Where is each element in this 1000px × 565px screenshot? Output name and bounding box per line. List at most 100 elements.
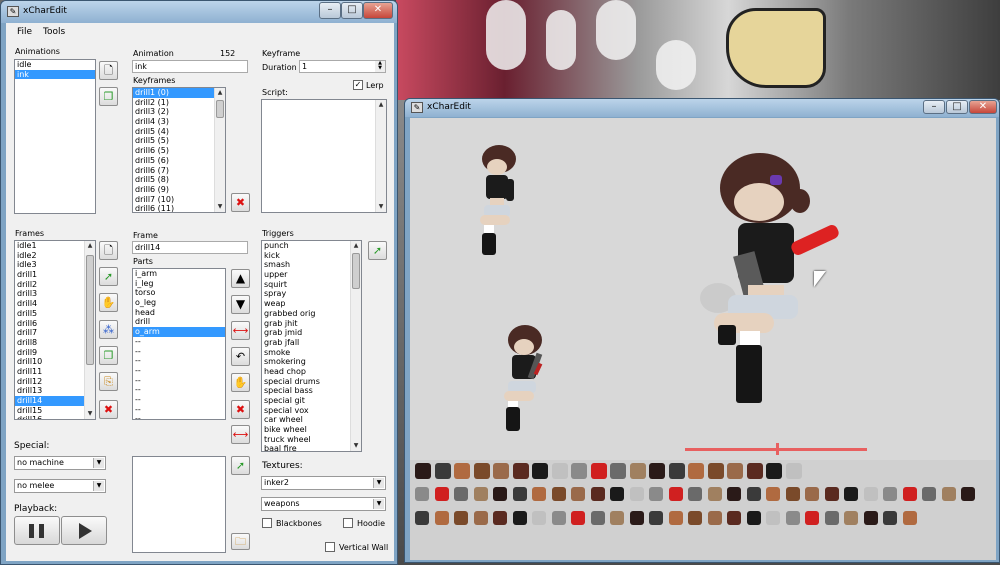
list-item[interactable]: kick	[262, 251, 361, 261]
sprite-thumbnail[interactable]	[454, 463, 470, 479]
sprite-thumbnail[interactable]	[454, 487, 468, 501]
list-item-selected[interactable]: ink	[15, 69, 95, 80]
script-scrollbar[interactable]: ▲ ▼	[375, 100, 386, 212]
list-item[interactable]: torso	[133, 288, 225, 298]
list-item[interactable]: special drums	[262, 377, 361, 387]
sprite-thumbnail[interactable]	[707, 487, 722, 501]
sprite-thumbnail[interactable]	[415, 463, 431, 479]
sprite-thumbnail[interactable]	[434, 463, 451, 479]
sprite-thumbnail[interactable]	[629, 511, 644, 525]
sprite-palette[interactable]	[410, 460, 996, 560]
machine-select[interactable]: no machine ▼	[14, 456, 106, 470]
list-item[interactable]: drill5 (8)	[133, 175, 225, 185]
list-item[interactable]: weap	[262, 299, 361, 309]
sprite-thumbnail[interactable]	[571, 463, 587, 479]
list-item[interactable]: drill5	[15, 309, 95, 319]
sprite-thumbnail[interactable]	[727, 511, 741, 525]
sprite-thumbnail[interactable]	[551, 463, 568, 479]
list-item[interactable]: grabbed orig	[262, 309, 361, 319]
list-item[interactable]: smoke	[262, 348, 361, 358]
part-edit-button[interactable]: ✋	[231, 373, 250, 392]
list-item[interactable]: --	[133, 414, 225, 419]
sprite-thumbnail[interactable]	[493, 511, 507, 525]
sprite-thumbnail[interactable]	[454, 511, 468, 525]
sprite-thumbnail[interactable]	[590, 463, 607, 479]
sprite-thumbnail[interactable]	[863, 487, 878, 501]
sprite-thumbnail[interactable]	[415, 487, 429, 501]
list-item[interactable]: drill10	[15, 357, 95, 367]
sprite-thumbnail[interactable]	[746, 463, 763, 479]
preview-minimize-button[interactable]: –	[923, 100, 945, 114]
new-animation-button[interactable]: 🗋	[99, 61, 118, 80]
triggers-scrollbar[interactable]: ▲ ▼	[350, 241, 361, 451]
list-item[interactable]: drill5 (6)	[133, 156, 225, 166]
list-item[interactable]: i_arm	[133, 269, 225, 279]
list-item[interactable]: drill5 (5)	[133, 136, 225, 146]
sprite-thumbnail[interactable]	[571, 511, 585, 525]
sprite-thumbnail[interactable]	[902, 511, 917, 525]
main-window-titlebar[interactable]: ✎ xCharEdit – □ ✕	[1, 1, 397, 23]
list-item[interactable]: --	[133, 385, 225, 395]
sprite-thumbnail[interactable]	[766, 463, 782, 479]
sprite-thumbnail[interactable]	[649, 463, 665, 479]
sprite-thumbnail[interactable]	[766, 511, 780, 525]
list-item[interactable]: drill4	[15, 299, 95, 309]
frame-name-input[interactable]: drill14	[132, 241, 248, 254]
timeline-marker[interactable]	[776, 443, 779, 455]
sprite-thumbnail[interactable]	[532, 511, 546, 525]
list-item[interactable]: drill2	[15, 280, 95, 290]
list-item[interactable]: head chop	[262, 367, 361, 377]
list-item[interactable]: idle2	[15, 251, 95, 261]
sprite-thumbnail[interactable]	[649, 511, 663, 525]
preview-window-titlebar[interactable]: ✎ xCharEdit – □ ✕	[405, 99, 999, 117]
list-item[interactable]: idle1	[15, 241, 95, 251]
copy-frame-button[interactable]: ❐	[99, 346, 118, 365]
list-item[interactable]: idle3	[15, 260, 95, 270]
list-item[interactable]: spray	[262, 289, 361, 299]
sprite-thumbnail[interactable]	[668, 487, 683, 501]
sprite-thumbnail[interactable]	[688, 487, 702, 501]
sprite-thumbnail[interactable]	[941, 487, 956, 501]
animation-name-input[interactable]: ink	[132, 60, 248, 73]
keyframes-scrollbar[interactable]: ▲ ▼	[214, 88, 225, 212]
list-item[interactable]: drill4 (3)	[133, 117, 225, 127]
sprite-thumbnail[interactable]	[590, 487, 605, 501]
frames-scrollbar[interactable]: ▲ ▼	[84, 241, 95, 419]
list-item[interactable]: drill6 (9)	[133, 185, 225, 195]
frame-edit-button[interactable]: ✋	[99, 293, 118, 312]
lerp-checkbox[interactable]: ✓	[353, 80, 363, 90]
list-item[interactable]: car wheel	[262, 415, 361, 425]
sprite-thumbnail[interactable]	[746, 487, 761, 501]
sprite-thumbnail[interactable]	[473, 511, 488, 525]
frames-list[interactable]: idle1 idle2 idle3 drill1 drill2 drill3 drill4 d…	[14, 240, 96, 420]
list-item[interactable]: drill1	[15, 270, 95, 280]
list-item[interactable]: i_leg	[133, 279, 225, 289]
list-item[interactable]: drill9	[15, 348, 95, 358]
sprite-thumbnail[interactable]	[551, 511, 566, 525]
sprite-thumbnail[interactable]	[785, 487, 800, 501]
blackbones-checkbox[interactable]	[262, 518, 272, 528]
list-item[interactable]: drill6 (11)	[133, 204, 225, 212]
sprite-thumbnail[interactable]	[473, 487, 488, 501]
new-frame-button[interactable]: 🗋	[99, 241, 118, 260]
sprite-thumbnail[interactable]	[824, 487, 839, 501]
triggers-list[interactable]: punch kick smash upper squirt spray weap grabbe…	[261, 240, 362, 452]
sprite-thumbnail[interactable]	[785, 463, 802, 479]
list-item[interactable]: punch	[262, 241, 361, 251]
delete-keyframe-button[interactable]: ✖	[231, 193, 250, 212]
open-folder-button[interactable]: 🗀	[231, 533, 250, 550]
sprite-thumbnail[interactable]	[493, 487, 507, 501]
sprite-thumbnail[interactable]	[727, 463, 743, 479]
list-item[interactable]: idle	[15, 60, 95, 70]
sprite-thumbnail[interactable]	[512, 463, 529, 479]
list-item[interactable]: grab jhit	[262, 319, 361, 329]
list-item[interactable]: --	[133, 337, 225, 347]
list-item[interactable]: smokering	[262, 357, 361, 367]
list-item-selected[interactable]: o_arm	[133, 327, 225, 337]
list-item[interactable]: drill5 (4)	[133, 127, 225, 137]
sprite-thumbnail[interactable]	[707, 511, 722, 525]
list-item[interactable]: head	[133, 308, 225, 318]
delete-part-button[interactable]: ✖	[231, 400, 250, 419]
sprite-thumbnail[interactable]	[610, 487, 624, 501]
menu-tools[interactable]: Tools	[43, 27, 65, 37]
